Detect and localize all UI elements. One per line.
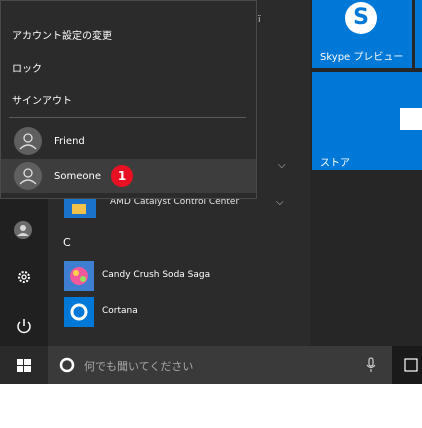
person-icon <box>17 225 29 236</box>
person-icon <box>19 133 37 150</box>
list-item-cortana[interactable]: Cortana <box>62 296 307 328</box>
settings-button[interactable] <box>15 268 33 286</box>
list-item-candy-crush[interactable]: Candy Crush Soda Saga <box>62 260 307 292</box>
skype-icon: S <box>345 2 377 34</box>
list-item-label: Cortana <box>102 306 138 316</box>
power-icon <box>17 319 31 334</box>
account-menu: アカウント設定の変更 ロック サインアウト Friend Someone 1 <box>0 0 257 199</box>
avatar <box>14 127 42 155</box>
gear-icon <box>18 271 30 283</box>
user-name: Friend <box>54 136 85 147</box>
chevron-down-icon[interactable]: ⌵ <box>276 197 284 208</box>
search-box[interactable]: 何でも聞いてください <box>48 346 392 384</box>
tile-label: Skype プレビュー <box>320 52 404 63</box>
avatar <box>14 162 42 190</box>
microphone-icon[interactable] <box>366 357 376 373</box>
section-header-c[interactable]: C <box>63 236 71 249</box>
task-view-icon <box>404 358 418 372</box>
task-view-button[interactable] <box>392 346 422 384</box>
change-account-settings[interactable]: アカウント設定の変更 <box>12 27 112 42</box>
store-icon <box>400 108 422 130</box>
partial-text: ï <box>258 15 261 25</box>
sign-out-item[interactable]: サインアウト <box>12 92 72 107</box>
tile-label: ストア <box>320 158 350 169</box>
user-item-someone[interactable]: Someone 1 <box>1 159 256 193</box>
user-avatar-button[interactable] <box>14 221 32 239</box>
user-item-friend[interactable]: Friend <box>1 124 256 158</box>
tile-skype[interactable]: S Skype プレビュー <box>312 0 412 68</box>
start-button[interactable] <box>0 346 48 384</box>
divider <box>9 117 246 118</box>
power-button[interactable] <box>15 317 33 335</box>
tile-store[interactable]: ストア <box>312 72 422 170</box>
taskbar: 何でも聞いてください <box>0 346 422 384</box>
list-item-label: Candy Crush Soda Saga <box>102 270 211 280</box>
notification-badge: 1 <box>111 165 133 187</box>
cortana-icon <box>64 297 94 327</box>
candy-crush-icon <box>64 261 94 291</box>
tile-partial[interactable] <box>415 0 422 68</box>
chevron-down-icon[interactable]: ⌵ <box>278 160 286 171</box>
windows-icon <box>17 359 31 372</box>
user-name: Someone <box>54 171 101 182</box>
lock-item[interactable]: ロック <box>12 60 42 75</box>
search-placeholder: 何でも聞いてください <box>84 360 194 373</box>
person-icon <box>19 168 37 185</box>
start-menu: ï AMD Catalyst Control Center ⌵ ⌵ C Cand… <box>0 0 422 346</box>
cortana-ring-icon <box>59 357 75 373</box>
